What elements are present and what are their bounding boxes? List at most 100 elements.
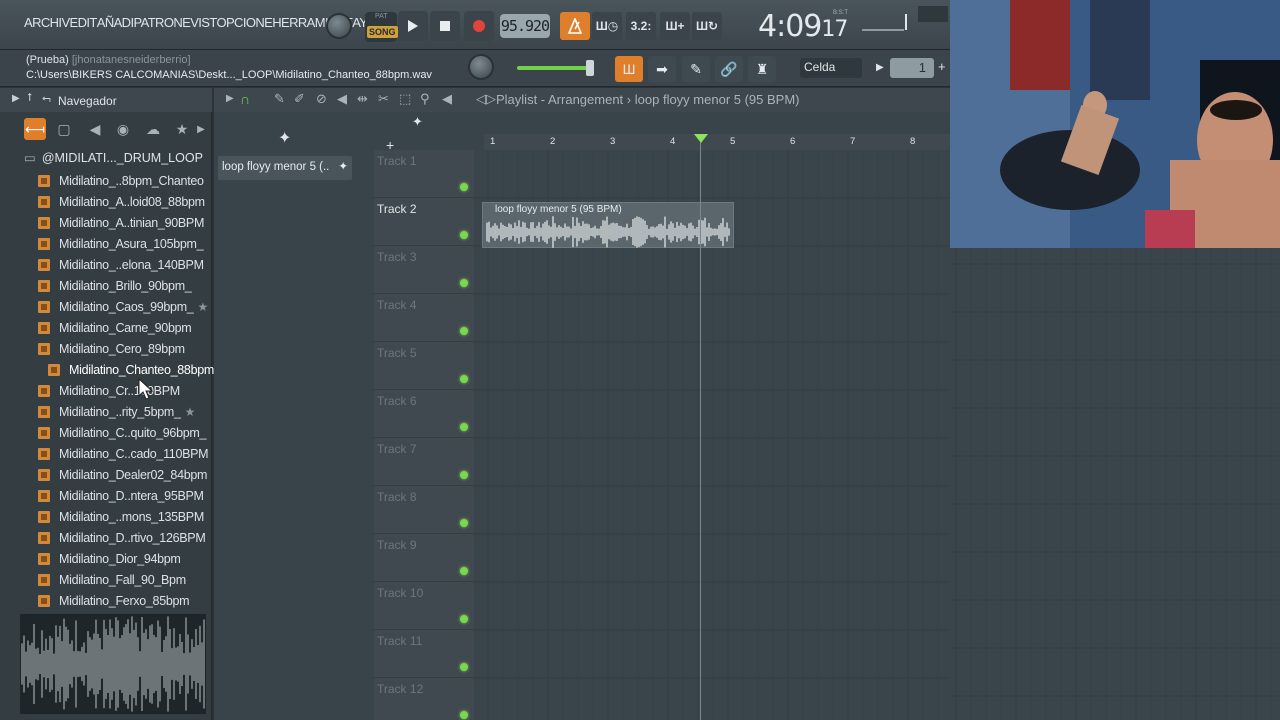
track-mute-led[interactable] [460, 279, 468, 287]
typing-keyboard-button[interactable]: Ш [615, 56, 643, 82]
pattern-drag-icon[interactable]: ✦ [278, 128, 291, 148]
back-arrow-icon[interactable]: ⮢ [42, 92, 51, 105]
browser-file[interactable]: Midilatino_Carne_90bpm [38, 317, 208, 338]
track-mute-led[interactable] [460, 471, 468, 479]
browser-menu-icon[interactable]: ▶ [12, 93, 20, 104]
browser-file[interactable]: Midilatino_C..cado_110BPM [38, 443, 209, 464]
track-mute-led[interactable] [460, 615, 468, 623]
master-volume-knob[interactable] [468, 54, 494, 80]
track-mute-led[interactable] [460, 567, 468, 575]
browser-file[interactable]: Midilatino_D..rtivo_126BPM [38, 527, 208, 548]
browser-file[interactable]: Midilatino_Ferxo_85bpm [38, 590, 208, 611]
cloud-icon[interactable]: ☁ [142, 118, 164, 140]
track-header[interactable]: Track 4 [374, 294, 474, 342]
browser-file[interactable]: Midilatino_Dior_94bpm [38, 548, 208, 569]
track-header[interactable]: Track 9 [374, 534, 474, 582]
playback-tool-icon[interactable]: ◀ [442, 91, 452, 107]
menu-opciones[interactable]: PCIONE [226, 15, 273, 30]
browser-file[interactable]: Midilatino_Asura_105bpm_ [38, 233, 208, 254]
track-mute-led[interactable] [460, 231, 468, 239]
track-header[interactable]: Track 6 [374, 390, 474, 438]
menu-patron[interactable]: PATRON [133, 15, 182, 30]
step-edit-button[interactable]: Ш+ [660, 12, 690, 40]
slip-tool-icon[interactable]: ⇹ [357, 91, 368, 107]
sample-preview-waveform[interactable] [20, 614, 206, 714]
pattern-prev-icon[interactable]: ▶ [876, 62, 884, 73]
zoom-tool-icon[interactable]: ⚲ [420, 91, 430, 107]
track-mute-led[interactable] [460, 519, 468, 527]
browser-file-selected[interactable]: Midilatino_Chanteo_88bpm☆ [48, 359, 229, 380]
pat-song-toggle[interactable]: PAT SONG [365, 12, 398, 42]
track-header[interactable]: Track 3 [374, 246, 474, 294]
track-mute-led[interactable] [460, 423, 468, 431]
up-arrow-icon[interactable]: ⭡ [27, 92, 32, 105]
track-header[interactable]: Track 11 [374, 630, 474, 678]
next-button[interactable]: ➡ [648, 56, 676, 82]
browser-file[interactable]: Midilatino_Caos_99bpm_ ★ [38, 296, 208, 317]
track-header[interactable]: Track 10 [374, 582, 474, 630]
browser-file[interactable]: Midilatino_A..loid08_88bpm [38, 191, 208, 212]
add-pattern-icon[interactable]: + [938, 59, 946, 74]
more-icon[interactable]: ▶ [190, 118, 212, 140]
browser-file[interactable]: Midilatino_..rity_5bpm_ ★ [38, 401, 208, 422]
browser-file[interactable]: Midilatino_Brillo_90bpm_ [38, 275, 208, 296]
timeline-ruler[interactable]: 1 2 3 4 5 6 7 8 [484, 134, 950, 150]
track-header[interactable]: Track 7 [374, 438, 474, 486]
browser-file[interactable]: Midilatino_A..tinian_90BPM [38, 212, 208, 233]
track-header[interactable]: Track 5 [374, 342, 474, 390]
track-mute-led[interactable] [460, 183, 468, 191]
track-mute-led[interactable] [460, 711, 468, 719]
plugin-icon[interactable]: ◉ [112, 118, 134, 140]
master-volume-slider[interactable] [517, 60, 594, 76]
pencil-tool-icon[interactable]: ✎ [274, 91, 285, 107]
document-icon[interactable]: ▢ [53, 118, 75, 140]
mute-tool-icon[interactable]: ◀ [337, 91, 347, 107]
master-pitch-knob[interactable] [326, 13, 352, 39]
loop-record-button[interactable]: Ш↻ [692, 12, 722, 40]
browser-file[interactable]: Midilatino_..mons_135BPM [38, 506, 208, 527]
link-button[interactable]: 🔗 [715, 56, 743, 82]
record-button[interactable] [464, 11, 494, 41]
browser-file[interactable]: Midilatino_Cero_89bpm [38, 338, 208, 359]
all-content-icon[interactable]: ⟻ [24, 118, 46, 140]
scrub-icon[interactable]: ◁▷ [476, 91, 496, 107]
track-header[interactable]: Track 1 [374, 150, 474, 198]
metronome-button[interactable] [560, 12, 590, 40]
tempo-display[interactable]: 95.920 [500, 14, 550, 38]
track-mute-led[interactable] [460, 375, 468, 383]
select-tool-icon[interactable]: ⬚ [399, 91, 411, 107]
track-mute-led[interactable] [460, 663, 468, 671]
track-header[interactable]: Track 8 [374, 486, 474, 534]
countdown-button[interactable]: 3.2: [626, 12, 656, 40]
browser-file[interactable]: Midilatino_..elona_140BPM [38, 254, 208, 275]
playhead-marker[interactable] [694, 134, 708, 143]
slice-tool-icon[interactable]: ✂ [378, 91, 389, 107]
wait-for-input-button[interactable]: Ш◷ [592, 12, 622, 40]
menu-vista[interactable]: EVISTO [182, 15, 226, 30]
pattern-picker[interactable]: loop floyy menor 5 (.. ✦ [218, 156, 352, 180]
favorite-star-icon[interactable]: ★ [185, 405, 196, 419]
slider-thumb[interactable] [586, 60, 594, 76]
pattern-selector[interactable]: 1 [890, 58, 934, 78]
menu-archivo[interactable]: ARCHIV [24, 15, 70, 30]
browser-file[interactable]: Midilatino_Cr..170BPM [38, 380, 208, 401]
browser-file[interactable]: Midilatino_D..ntera_95BPM [38, 485, 208, 506]
play-button[interactable] [398, 11, 428, 41]
browser-file[interactable]: Midilatino_Dealer02_84bpm [38, 464, 208, 485]
playlist-grid-extension[interactable] [950, 248, 1280, 720]
menu-editar[interactable]: EDIT [70, 15, 98, 30]
favorite-star-icon[interactable]: ★ [197, 300, 208, 314]
paint-tool-icon[interactable]: ✐ [294, 91, 305, 107]
browser-file[interactable]: Midilatino_..8bpm_Chanteo [38, 170, 208, 191]
browser-folder[interactable]: ▭ @MIDILATI..._DRUM_LOOP [24, 150, 203, 165]
menu-anadir[interactable]: AÑADI [97, 15, 134, 30]
snap-arrows-icon[interactable]: ✦ [412, 114, 423, 130]
track-mute-led[interactable] [460, 327, 468, 335]
draw-tool-button[interactable]: ✎ [682, 56, 710, 82]
browser-file[interactable]: Midilatino_C..quito_96bpm_ [38, 422, 208, 443]
playlist-menu-icon[interactable]: ▶ [226, 93, 234, 104]
magnet-icon[interactable]: ∩ [240, 91, 250, 107]
track-header[interactable]: Track 2 [374, 198, 474, 246]
audio-clip[interactable]: loop floyy menor 5 (95 BPM) [482, 202, 734, 248]
stamp-button[interactable]: ♜ [748, 56, 776, 82]
